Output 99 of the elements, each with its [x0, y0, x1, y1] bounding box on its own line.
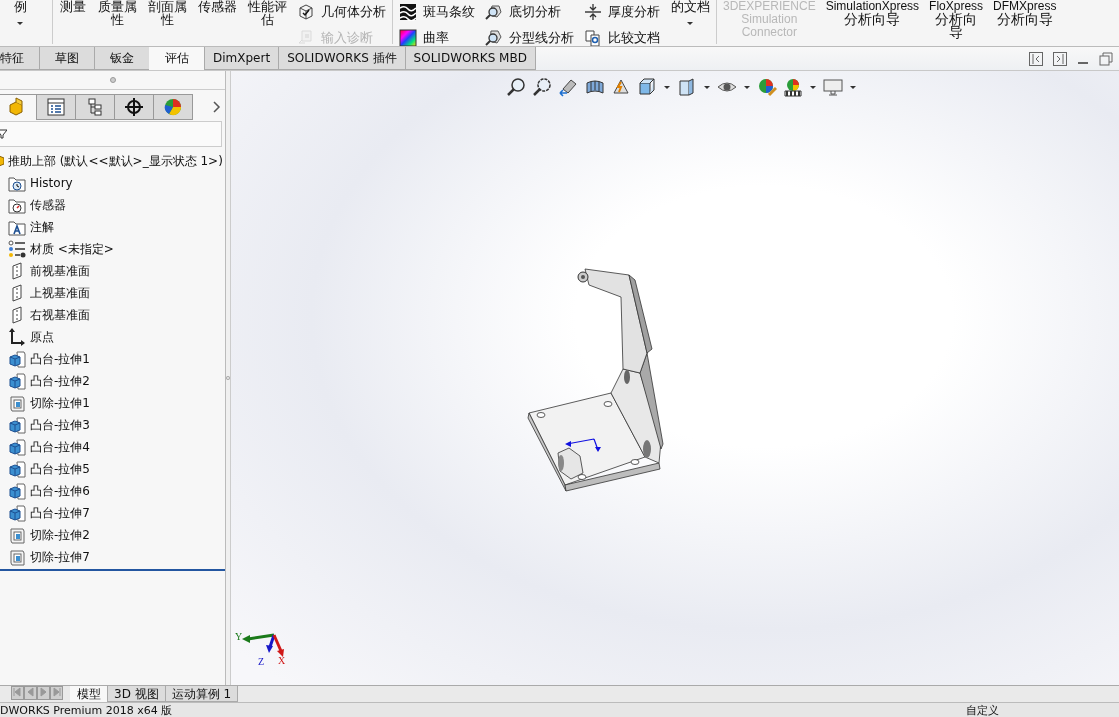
- display-cube-icon[interactable]: [677, 77, 697, 97]
- view-cube-icon[interactable]: [637, 77, 657, 97]
- tree-item[interactable]: 凸台-拉伸5: [30, 460, 90, 478]
- section-icon[interactable]: [585, 77, 605, 97]
- status-text: DWORKS Premium 2018 x64 版: [0, 702, 173, 717]
- annotation-bolt-icon[interactable]: [611, 77, 631, 97]
- folder-annotation-icon: [8, 218, 26, 236]
- extrude-icon: [8, 350, 26, 368]
- tab[interactable]: 钣金: [94, 47, 150, 70]
- folder-clock-icon: [8, 174, 26, 192]
- caret-icon[interactable]: [809, 84, 817, 90]
- cut-extrude-icon: [8, 548, 26, 566]
- tree-item[interactable]: 原点: [30, 328, 54, 346]
- ribbon-button[interactable]: 传感器: [197, 0, 237, 13]
- magnifier-icon: [485, 3, 503, 21]
- ribbon-button[interactable]: 性能评估: [247, 0, 287, 26]
- tree-item[interactable]: 传感器: [30, 196, 66, 214]
- tab[interactable]: 3D 视图: [107, 686, 166, 702]
- magnifier-icon[interactable]: [533, 77, 553, 97]
- ribbon-button[interactable]: 例: [6, 0, 34, 26]
- tab[interactable]: 模型: [70, 686, 108, 702]
- extrude-icon: [8, 416, 26, 434]
- splitter-handle[interactable]: [226, 375, 230, 381]
- tree-item[interactable]: 凸台-拉伸1: [30, 350, 90, 368]
- monitor-icon[interactable]: [823, 77, 843, 97]
- tab[interactable]: SOLIDWORKS 插件: [278, 47, 406, 70]
- ribbon-button[interactable]: 几何体分析: [297, 0, 386, 24]
- tree-item[interactable]: History: [30, 176, 73, 190]
- tree-item[interactable]: 注解: [30, 218, 54, 236]
- tree-item[interactable]: 切除-拉伸7: [30, 548, 90, 566]
- document-icon: [297, 29, 315, 46]
- tree-item[interactable]: 凸台-拉伸6: [30, 482, 90, 500]
- ribbon-button[interactable]: SimulationXpress 分析向导: [825, 0, 920, 26]
- ribbon-button[interactable]: FloXpress 分析向导: [929, 0, 984, 39]
- caret-icon[interactable]: [743, 84, 751, 90]
- ribbon-button[interactable]: 的文档: [670, 0, 710, 26]
- resize-handle[interactable]: [109, 77, 116, 83]
- restore-icon[interactable]: [1099, 51, 1113, 66]
- tree-item[interactable]: 凸台-拉伸2: [30, 372, 90, 390]
- magnifier-icon[interactable]: [507, 77, 527, 97]
- tab[interactable]: 运动算例 1: [164, 686, 239, 702]
- tree-item[interactable]: 凸台-拉伸4: [30, 438, 90, 456]
- list-icon: [46, 97, 66, 117]
- caret-icon[interactable]: [16, 21, 24, 26]
- appearance-icon[interactable]: [757, 77, 777, 97]
- tree-icon: [85, 97, 105, 117]
- tile-icon[interactable]: [1053, 51, 1067, 66]
- axis-label: Y: [235, 631, 243, 642]
- extrude-icon: [8, 438, 26, 456]
- axis-label: X: [278, 655, 286, 666]
- tab[interactable]: SOLIDWORKS MBD: [404, 47, 536, 70]
- material-list-icon: [8, 240, 26, 258]
- tile-icon[interactable]: [1029, 51, 1043, 66]
- crosshair-icon: [124, 97, 144, 117]
- caret-icon[interactable]: [663, 84, 671, 90]
- extrude-icon: [8, 460, 26, 478]
- tree-item[interactable]: 右视基准面: [30, 306, 90, 324]
- tree-item[interactable]: 材质 <未指定>: [30, 240, 114, 258]
- caret-icon[interactable]: [686, 21, 694, 26]
- tree-item[interactable]: 推助上部 (默认<<默认>_显示状态 1>): [8, 152, 223, 170]
- ribbon-button[interactable]: 质量属性: [97, 0, 137, 26]
- axis-label: Z: [258, 656, 265, 667]
- tree-item[interactable]: 切除-拉伸2: [30, 526, 90, 544]
- caret-icon[interactable]: [849, 84, 857, 90]
- arrows-to-line-icon: [584, 3, 602, 21]
- scene-icon[interactable]: [783, 77, 803, 97]
- ribbon-button[interactable]: 厚度分析: [584, 0, 660, 24]
- extrude-icon: [8, 482, 26, 500]
- folder-gauge-icon: [8, 196, 26, 214]
- tab[interactable]: DimXpert: [204, 47, 280, 70]
- color-ball-icon: [163, 97, 183, 117]
- caret-icon[interactable]: [703, 84, 711, 90]
- ribbon-button[interactable]: 剖面属性: [147, 0, 187, 26]
- cut-extrude-icon: [8, 526, 26, 544]
- extrude-icon: [8, 504, 26, 522]
- cut-extrude-icon: [8, 394, 26, 412]
- tree-item[interactable]: 凸台-拉伸3: [30, 416, 90, 434]
- filter-icon[interactable]: [0, 129, 7, 139]
- cube-check-icon: [297, 3, 315, 21]
- tree-item[interactable]: 凸台-拉伸7: [30, 504, 90, 522]
- status-mode[interactable]: 自定义: [966, 702, 999, 717]
- tree-item[interactable]: 切除-拉伸1: [30, 394, 90, 412]
- ribbon-button[interactable]: 测量: [59, 0, 87, 13]
- extrude-icon: [8, 372, 26, 390]
- filter-field[interactable]: [0, 121, 222, 147]
- ribbon-button[interactable]: 斑马条纹: [399, 0, 475, 24]
- tab[interactable]: 特征: [0, 47, 40, 70]
- striped-square-icon: [399, 3, 417, 21]
- panel-tab[interactable]: [114, 94, 154, 120]
- ribbon-button[interactable]: 曲率: [399, 26, 475, 46]
- tree-item[interactable]: 前视基准面: [30, 262, 90, 280]
- chevron-right-icon[interactable]: [213, 101, 221, 113]
- magnifier-icon: [485, 29, 503, 46]
- tab[interactable]: 草图: [39, 47, 95, 70]
- ribbon-button[interactable]: 底切分析: [485, 0, 574, 24]
- tree-item[interactable]: 上视基准面: [30, 284, 90, 302]
- origin-axes-icon: [8, 328, 26, 346]
- ribbon-button[interactable]: DFMXpress 分析向导: [993, 0, 1057, 26]
- tab[interactable]: 评估: [149, 47, 205, 70]
